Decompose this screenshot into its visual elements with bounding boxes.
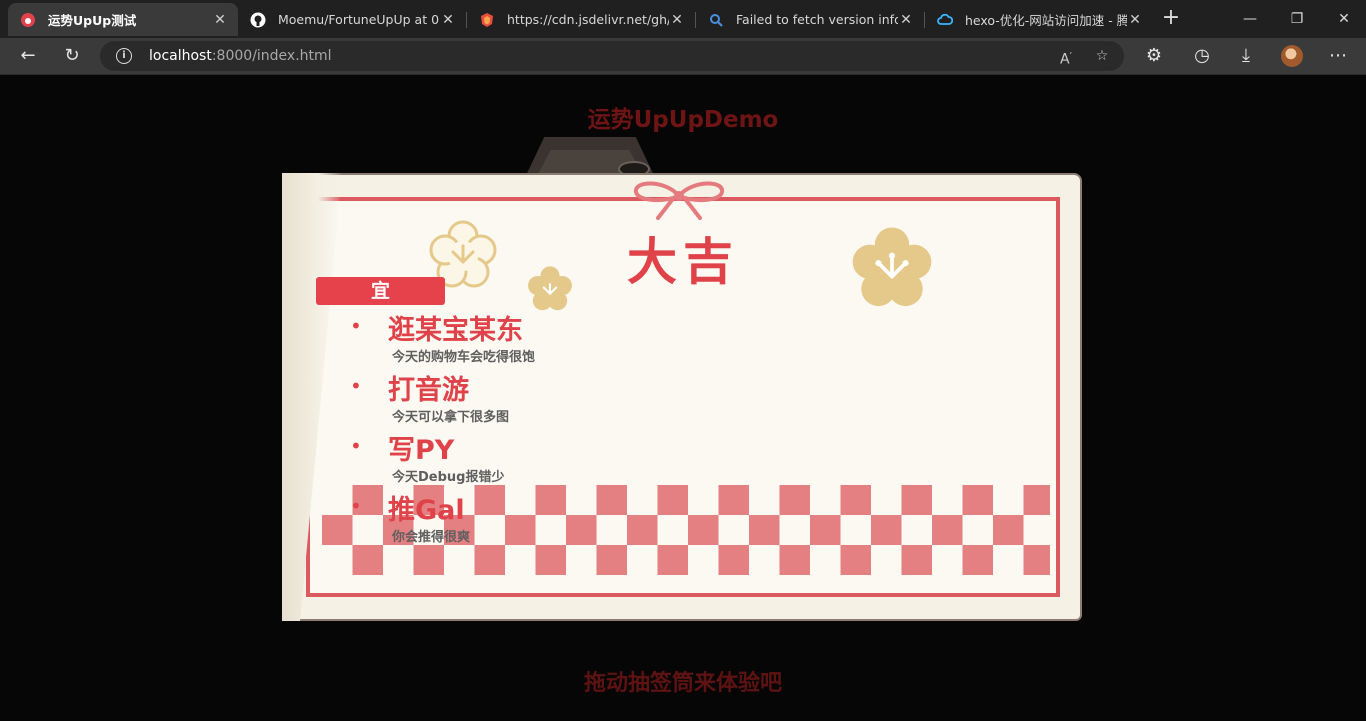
suitable-badge: 宜 (316, 277, 445, 305)
new-tab-button[interactable]: + (1160, 7, 1182, 30)
minimize-icon[interactable]: — (1240, 10, 1260, 28)
restore-icon[interactable]: ❐ (1287, 10, 1307, 28)
close-icon[interactable]: ✕ (440, 12, 456, 28)
tab-github[interactable]: Moemu/FortuneUpUp at 0.1 ✕ (238, 3, 466, 36)
fortune-favicon (20, 12, 36, 28)
tab-jsdelivr[interactable]: https://cdn.jsdelivr.net/gh/Moe ✕ (467, 3, 695, 36)
tab-title: 运势UpUp测试 (48, 13, 137, 28)
history-icon[interactable]: ◷ (1190, 44, 1214, 68)
item-name: 逛某宝某东 (388, 315, 523, 346)
red-bow-knot-icon (634, 181, 724, 220)
tab-title: hexo-优化-网站访问加速 - 腾讯 (965, 13, 1127, 28)
back-icon[interactable]: ← (16, 44, 40, 68)
close-icon[interactable]: ✕ (898, 12, 914, 28)
tab-fortune[interactable]: 运势UpUp测试 ✕ (8, 3, 238, 36)
window-close-icon[interactable]: ✕ (1334, 10, 1354, 28)
tab-strip: 运势UpUp测试 ✕ Moemu/FortuneUpUp at 0.1 ✕ ht… (0, 0, 1366, 38)
browser-toolbar: ← ↻ i localhost:8000/index.html Aʼ ☆ ⚙ ◷… (0, 38, 1366, 75)
read-aloud-icon[interactable]: Aʼ (1056, 46, 1076, 68)
close-icon[interactable]: ✕ (1127, 12, 1143, 28)
url-text[interactable]: localhost:8000/index.html (149, 48, 332, 64)
extensions-icon[interactable]: ⚙ (1142, 44, 1166, 68)
item-desc: 你会推得很爽 (392, 530, 471, 545)
close-icon[interactable]: ✕ (212, 12, 228, 28)
more-menu-icon[interactable]: ⋯ (1326, 44, 1350, 68)
bullet: • (350, 374, 362, 398)
item-desc: 今天可以拿下很多图 (392, 410, 510, 425)
page-title: 运势UpUpDemo (587, 107, 779, 133)
site-info-icon[interactable]: i (116, 48, 132, 64)
item-desc: 今天Debug报错少 (392, 470, 505, 485)
bullet: • (350, 434, 362, 458)
profile-avatar[interactable] (1281, 45, 1303, 67)
fortune-result: 大吉 (627, 233, 739, 291)
drag-hint-text: 拖动抽签筒来体验吧 (583, 671, 782, 696)
close-icon[interactable]: ✕ (669, 12, 685, 28)
page-viewport: 运势UpUpDemo 大吉 宜 • 逛某宝某东 今天的购物车会吃得很饱 • 打音… (0, 75, 1366, 721)
address-bar[interactable]: i localhost:8000/index.html Aʼ ☆ (100, 41, 1124, 71)
add-favorite-icon[interactable]: ☆ (1092, 46, 1112, 66)
tab-title: Moemu/FortuneUpUp at 0.1 (278, 12, 440, 27)
bullet: • (350, 314, 362, 338)
item-desc: 今天的购物车会吃得很饱 (392, 350, 536, 365)
downloads-icon[interactable]: ⤓ (1234, 44, 1258, 68)
tab-title: https://cdn.jsdelivr.net/gh/Moe (507, 12, 669, 27)
cloud-icon (937, 12, 953, 28)
tab-title: Failed to fetch version info for (736, 12, 898, 27)
item-name: 打音游 (388, 375, 469, 406)
bullet: • (350, 494, 362, 518)
jsdelivr-icon (479, 12, 495, 28)
search-icon (708, 12, 724, 28)
tab-search[interactable]: Failed to fetch version info for ✕ (696, 3, 924, 36)
tab-hexo[interactable]: hexo-优化-网站访问加速 - 腾讯 ✕ (925, 3, 1153, 36)
url-host: localhost (149, 48, 212, 64)
item-name: 推Gal (388, 495, 465, 526)
url-path: :8000/index.html (211, 48, 332, 64)
github-icon (250, 12, 266, 28)
item-name: 写PY (388, 435, 455, 466)
refresh-icon[interactable]: ↻ (60, 44, 84, 68)
